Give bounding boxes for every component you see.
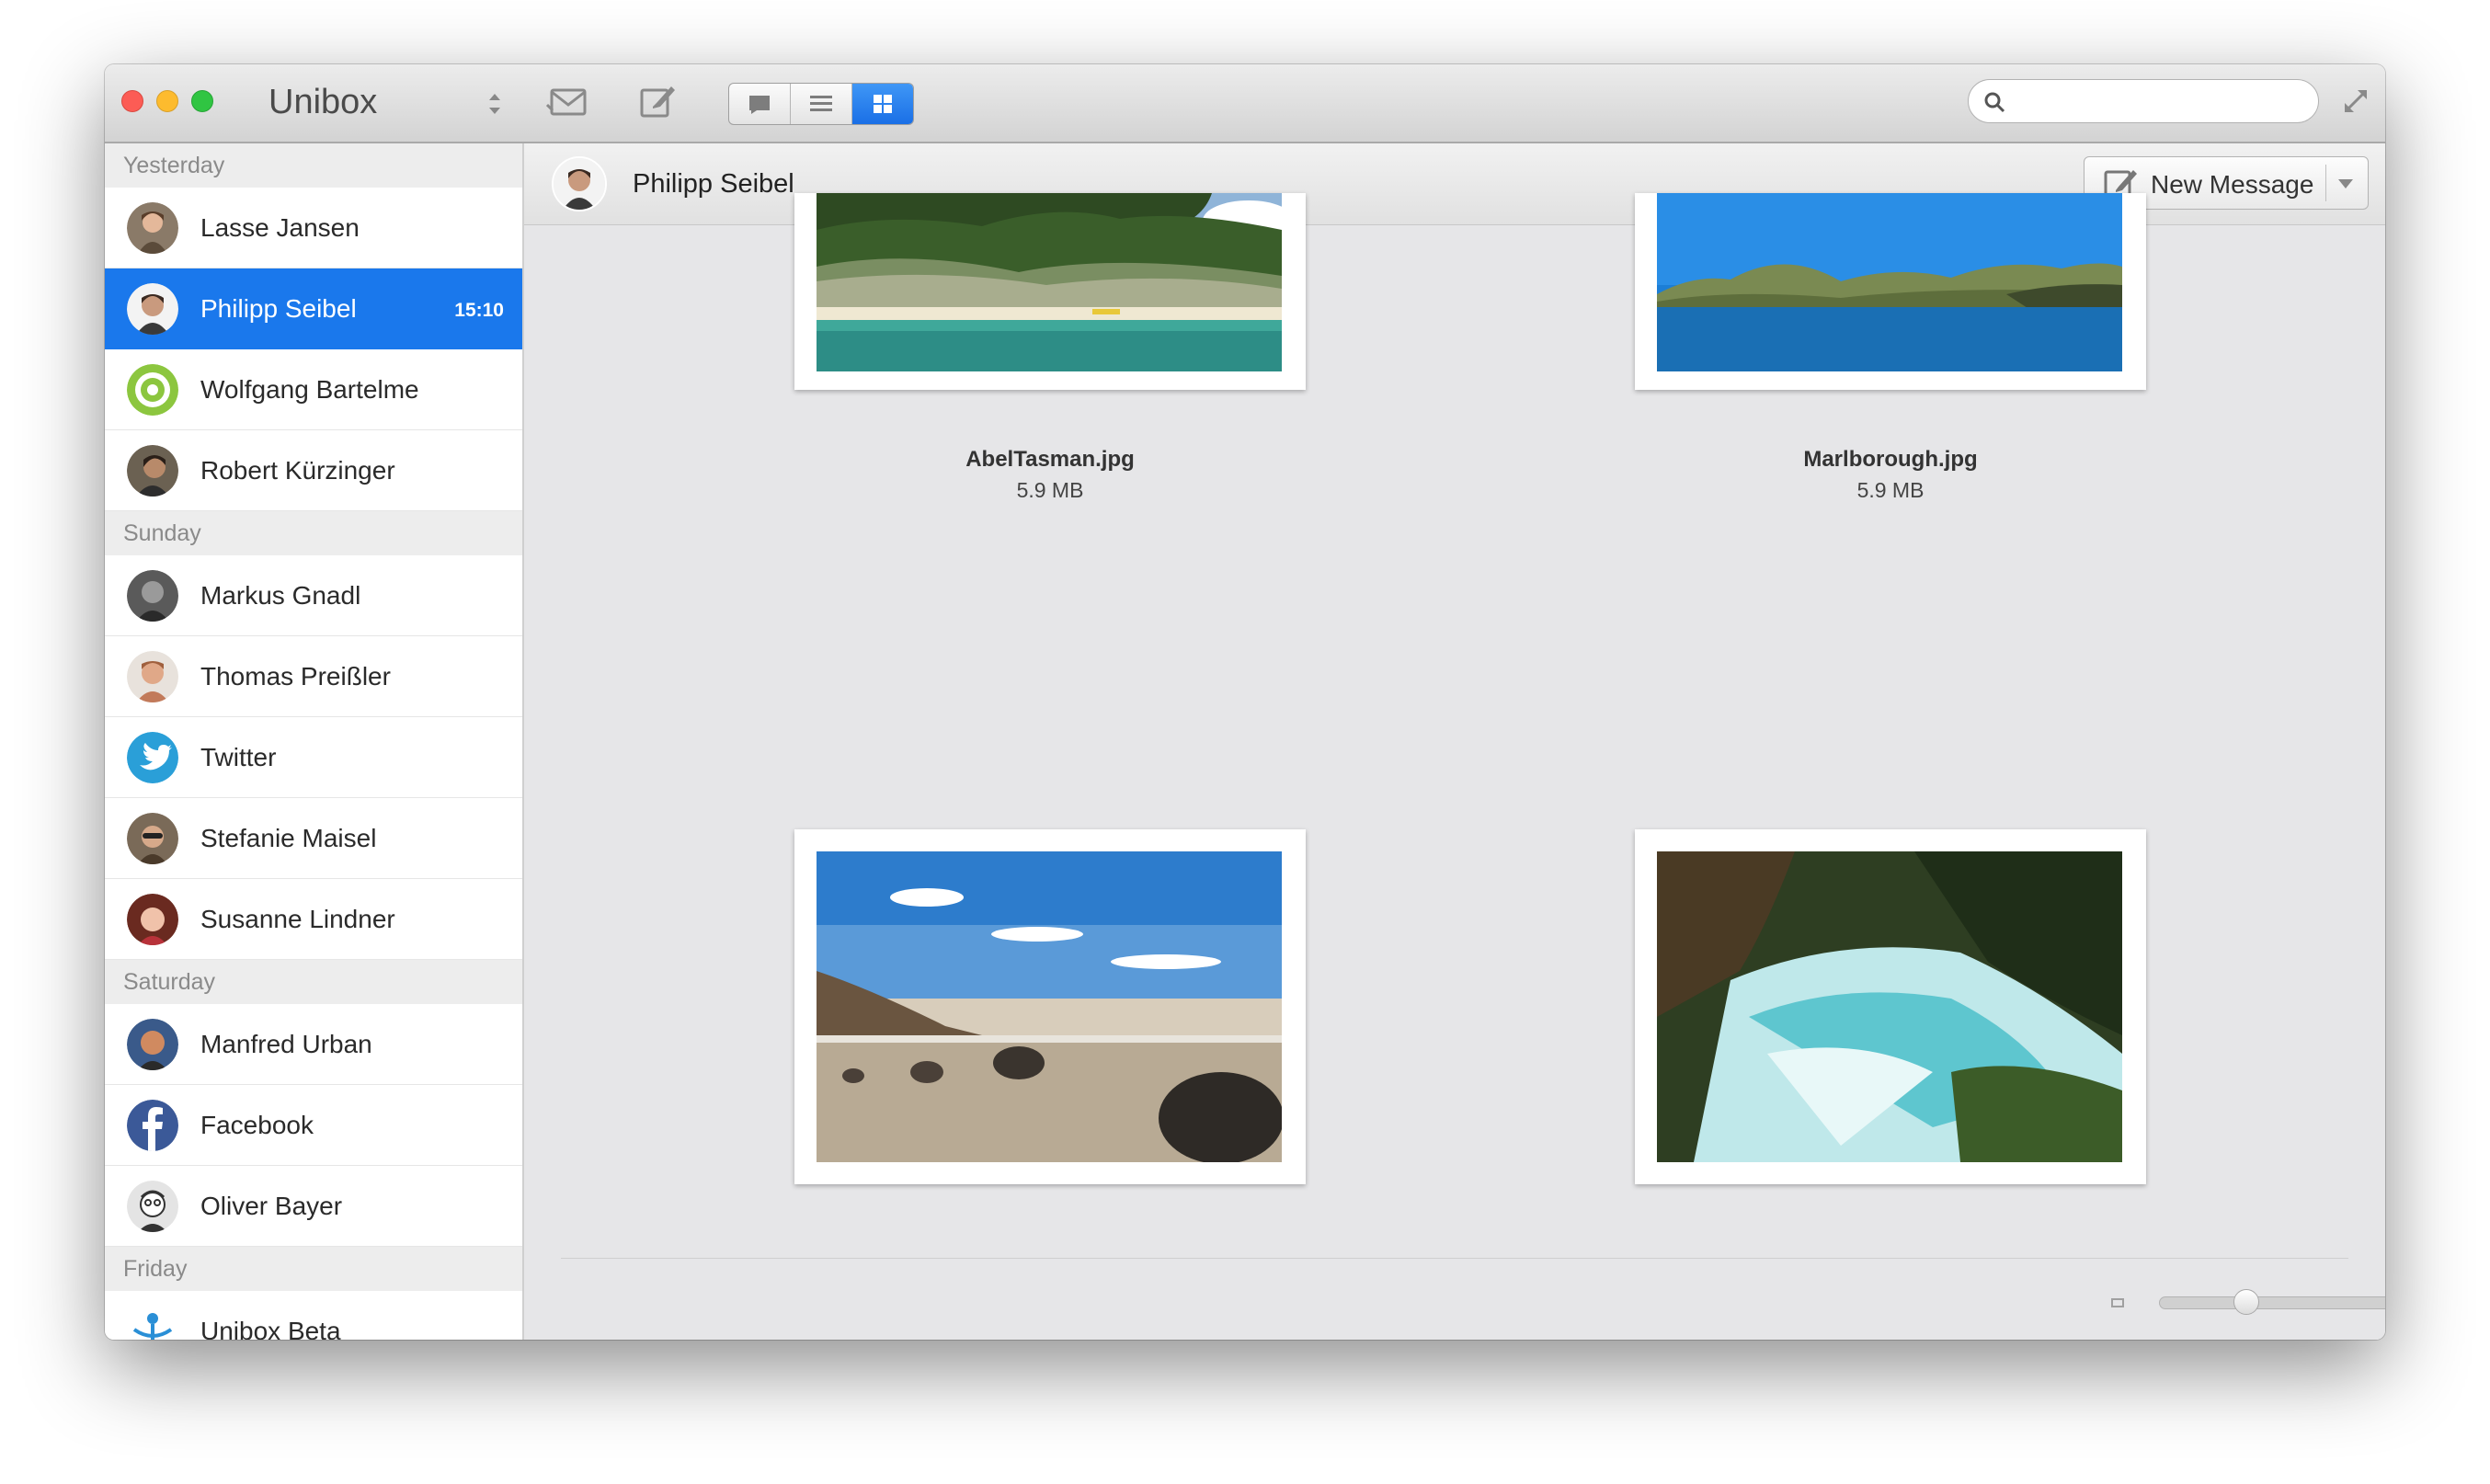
facebook-icon (127, 1100, 178, 1151)
avatar (127, 364, 178, 416)
split-divider (2325, 165, 2326, 201)
attachment-thumbnail[interactable] (1635, 193, 2146, 390)
contact-name: Susanne Lindner (200, 905, 395, 933)
new-message-label: New Message (2151, 170, 2314, 199)
section-header-saturday: Saturday (105, 960, 522, 1004)
close-window-button[interactable] (121, 90, 143, 112)
archive-envelope-icon[interactable] (546, 81, 592, 123)
contact-susanne-lindner[interactable]: Susanne Lindner (105, 879, 522, 960)
contact-lasse-jansen[interactable]: Lasse Jansen (105, 188, 522, 268)
list-view-button[interactable] (791, 84, 852, 124)
avatar (127, 1019, 178, 1070)
contact-unibox-beta[interactable]: Unibox Beta (105, 1291, 522, 1340)
fullscreen-icon[interactable] (2341, 86, 2370, 116)
contact-name: Oliver Bayer (200, 1192, 343, 1220)
attachment-file-name: AbelTasman.jpg (965, 447, 1135, 472)
contact-thomas-preissler[interactable]: Thomas Preißler (105, 636, 522, 717)
contact-oliver-bayer[interactable]: Oliver Bayer (105, 1166, 522, 1247)
contact-name: Thomas Preißler (200, 662, 391, 691)
contact-manfred-urban[interactable]: Manfred Urban (105, 1004, 522, 1085)
list-view-icon (810, 96, 832, 111)
avatar (127, 283, 178, 335)
photo-beach-boulders (817, 851, 1282, 1162)
grid-view-button[interactable] (852, 84, 913, 124)
photo-abeltasman (817, 193, 1282, 371)
search-field[interactable] (1968, 79, 2319, 123)
attachment-thumbnail[interactable] (794, 829, 1306, 1184)
message-time: 15:10 (454, 300, 504, 321)
contact-facebook[interactable]: Facebook (105, 1085, 522, 1166)
view-mode-segmented-control (728, 83, 914, 125)
attachment-file-name: Marlborough.jpg (1803, 447, 1978, 472)
avatar (127, 651, 178, 702)
avatar (127, 894, 178, 945)
contact-name: Philipp Seibel (200, 294, 357, 323)
search-icon (1984, 92, 2005, 113)
avatar (127, 1181, 178, 1232)
slider-knob[interactable] (2233, 1289, 2260, 1315)
avatar (552, 156, 607, 211)
attachment-file-size: 5.9 MB (1856, 478, 1925, 502)
thumbnail-size-slider[interactable] (2159, 1296, 2385, 1309)
contact-name: Manfred Urban (200, 1030, 372, 1058)
contact-name: Markus Gnadl (200, 581, 361, 610)
section-header-friday: Friday (105, 1247, 522, 1291)
conversation-contact-name: Philipp Seibel (633, 169, 794, 199)
contact-wolfgang-bartelme[interactable]: Wolfgang Bartelme (105, 349, 522, 430)
contact-name: Wolfgang Bartelme (200, 375, 419, 404)
grid-view-icon (874, 95, 892, 113)
contact-name: Lasse Jansen (200, 213, 360, 242)
compose-icon[interactable] (636, 81, 679, 123)
conversation-pane: Philipp Seibel New Message AbelTasman.jp… (524, 143, 2385, 1340)
zoom-small-icon (2111, 1298, 2124, 1307)
contact-name: Robert Kürzinger (200, 456, 395, 485)
contact-robert-kurzinger[interactable]: Robert Kürzinger (105, 430, 522, 511)
app-title: Unibox (268, 83, 378, 121)
photo-waterfall (1657, 851, 2122, 1162)
avatar (127, 570, 178, 622)
minimize-window-button[interactable] (156, 90, 178, 112)
contact-markus-gnadl[interactable]: Markus Gnadl (105, 555, 522, 636)
contact-name: Twitter (200, 743, 277, 771)
conversation-view-button[interactable] (729, 84, 791, 124)
contact-stefanie-maisel[interactable]: Stefanie Maisel (105, 798, 522, 879)
conversation-view-icon (749, 96, 770, 114)
avatar (127, 445, 178, 497)
contact-twitter[interactable]: Twitter (105, 717, 522, 798)
attachment-thumbnail[interactable] (1635, 829, 2146, 1184)
avatar (127, 813, 178, 864)
section-header-yesterday: Yesterday (105, 143, 522, 188)
chevron-down-icon[interactable] (2336, 177, 2355, 190)
photo-marlborough (1657, 193, 2122, 371)
contact-name: Facebook (200, 1111, 314, 1139)
contact-name: Stefanie Maisel (200, 824, 377, 852)
chevron-updown-icon[interactable] (485, 88, 504, 120)
avatar (127, 202, 178, 254)
search-input[interactable] (2016, 86, 2305, 119)
titlebar: Unibox (105, 64, 2385, 143)
attachment-file-size: 5.9 MB (1016, 478, 1084, 502)
section-header-sunday: Sunday (105, 511, 522, 555)
conversation-list: Yesterday Lasse Jansen Philipp Seibel 15… (105, 143, 524, 1340)
footer-divider (561, 1258, 2348, 1259)
app-window: Unibox Yesterday Lasse Jansen Philipp Se… (105, 64, 2385, 1340)
contact-philipp-seibel[interactable]: Philipp Seibel 15:10 (105, 268, 522, 349)
contact-name: Unibox Beta (200, 1317, 341, 1340)
attachment-thumbnail[interactable] (794, 193, 1306, 390)
unibox-beta-icon (127, 1306, 178, 1340)
twitter-icon (127, 732, 178, 783)
zoom-window-button[interactable] (191, 90, 213, 112)
